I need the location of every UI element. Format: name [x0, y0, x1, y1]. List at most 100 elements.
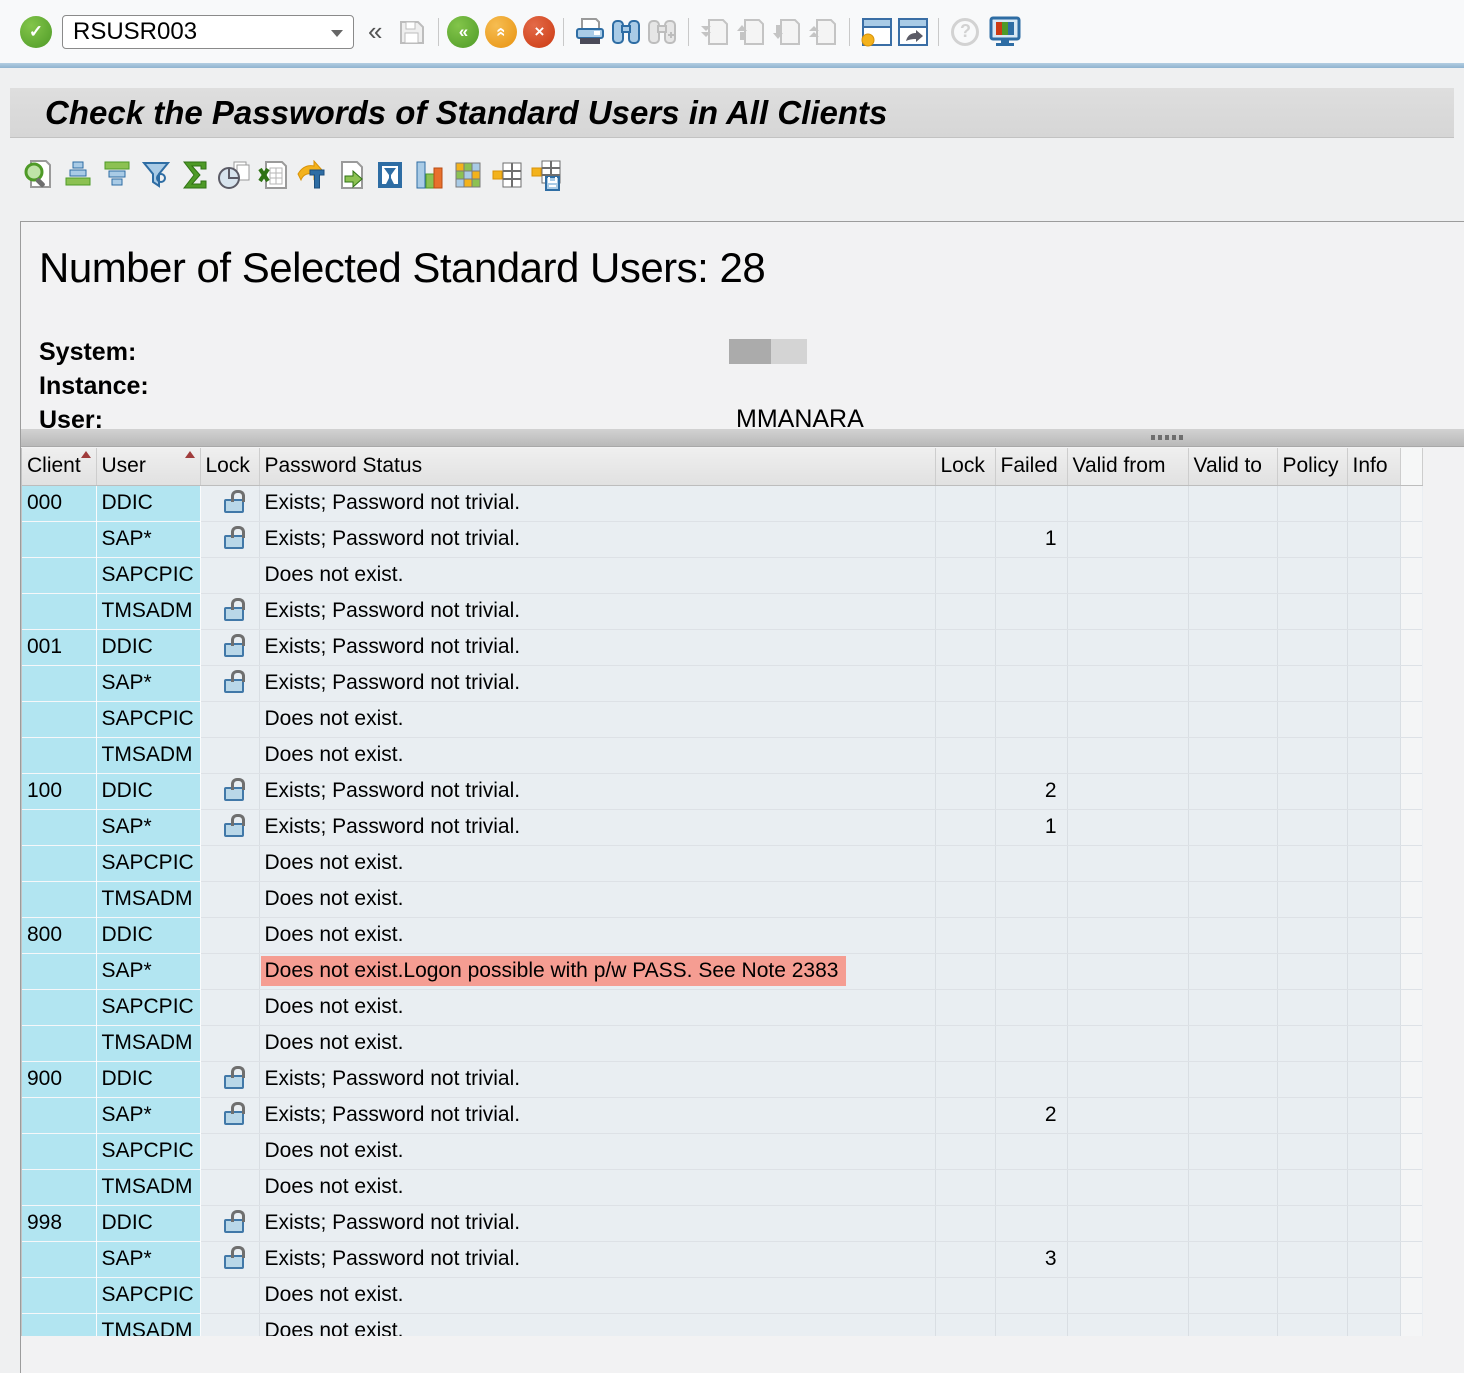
- failed-attempts-cell[interactable]: [995, 845, 1067, 881]
- exit-button[interactable]: «: [485, 16, 517, 48]
- lock-status-cell[interactable]: [200, 1061, 259, 1097]
- lock-status-cell[interactable]: [200, 593, 259, 629]
- password-status-cell[interactable]: Does not exist.Logon possible with p/w P…: [259, 953, 935, 989]
- valid-from-cell[interactable]: [1067, 521, 1188, 557]
- print-button[interactable]: [572, 14, 608, 50]
- valid-from-cell[interactable]: [1067, 1025, 1188, 1061]
- info-cell[interactable]: [1347, 1205, 1400, 1241]
- password-status-cell[interactable]: Does not exist.: [259, 1025, 935, 1061]
- valid-from-cell[interactable]: [1067, 809, 1188, 845]
- policy-cell[interactable]: [1277, 701, 1347, 737]
- password-status-cell[interactable]: Does not exist.: [259, 1169, 935, 1205]
- lock-cell[interactable]: [935, 1277, 995, 1313]
- valid-from-cell[interactable]: [1067, 953, 1188, 989]
- filler-cell[interactable]: [1400, 665, 1422, 701]
- client-cell[interactable]: 100: [22, 773, 96, 809]
- failed-attempts-cell[interactable]: 3: [995, 1241, 1067, 1277]
- filler-cell[interactable]: [1400, 881, 1422, 917]
- info-cell[interactable]: [1347, 1313, 1400, 1336]
- valid-from-cell[interactable]: [1067, 773, 1188, 809]
- views-button[interactable]: [451, 157, 484, 193]
- lock-status-cell[interactable]: [200, 1133, 259, 1169]
- lock-cell[interactable]: [935, 521, 995, 557]
- previous-page-button[interactable]: [733, 14, 769, 50]
- user-cell[interactable]: TMSADM: [96, 1169, 200, 1205]
- password-status-cell[interactable]: Does not exist.: [259, 1277, 935, 1313]
- column-header-valid-from[interactable]: Valid from: [1067, 448, 1188, 485]
- user-cell[interactable]: SAPCPIC: [96, 845, 200, 881]
- password-status-cell[interactable]: Does not exist.: [259, 989, 935, 1025]
- info-cell[interactable]: [1347, 701, 1400, 737]
- policy-cell[interactable]: [1277, 593, 1347, 629]
- valid-to-cell[interactable]: [1188, 593, 1277, 629]
- filler-cell[interactable]: [1400, 1097, 1422, 1133]
- filler-cell[interactable]: [1400, 1061, 1422, 1097]
- lock-status-cell[interactable]: [200, 773, 259, 809]
- filler-cell[interactable]: [1400, 917, 1422, 953]
- filler-cell[interactable]: [1400, 1313, 1422, 1336]
- table-row[interactable]: SAP*Exists; Password not trivial.1: [22, 809, 1422, 845]
- info-cell[interactable]: [1347, 629, 1400, 665]
- policy-cell[interactable]: [1277, 557, 1347, 593]
- table-row[interactable]: SAPCPICDoes not exist.: [22, 557, 1422, 593]
- policy-cell[interactable]: [1277, 1241, 1347, 1277]
- filler-cell[interactable]: [1400, 1133, 1422, 1169]
- password-status-cell[interactable]: Exists; Password not trivial.: [259, 629, 935, 665]
- column-header-policy[interactable]: Policy: [1277, 448, 1347, 485]
- valid-to-cell[interactable]: [1188, 1205, 1277, 1241]
- password-status-cell[interactable]: Exists; Password not trivial.: [259, 665, 935, 701]
- filler-cell[interactable]: [1400, 1169, 1422, 1205]
- lock-status-cell[interactable]: [200, 737, 259, 773]
- user-cell[interactable]: SAP*: [96, 1241, 200, 1277]
- policy-cell[interactable]: [1277, 1313, 1347, 1336]
- lock-cell[interactable]: [935, 557, 995, 593]
- info-cell[interactable]: [1347, 881, 1400, 917]
- policy-cell[interactable]: [1277, 1061, 1347, 1097]
- user-cell[interactable]: TMSADM: [96, 1025, 200, 1061]
- lock-cell[interactable]: [935, 593, 995, 629]
- valid-to-cell[interactable]: [1188, 809, 1277, 845]
- back-button[interactable]: «: [447, 16, 479, 48]
- lock-status-cell[interactable]: [200, 917, 259, 953]
- valid-to-cell[interactable]: [1188, 629, 1277, 665]
- table-row[interactable]: 000DDICExists; Password not trivial.: [22, 485, 1422, 521]
- policy-cell[interactable]: [1277, 521, 1347, 557]
- failed-attempts-cell[interactable]: [995, 701, 1067, 737]
- lock-status-cell[interactable]: [200, 521, 259, 557]
- lock-status-cell[interactable]: [200, 809, 259, 845]
- password-status-cell[interactable]: Does not exist.: [259, 737, 935, 773]
- lock-cell[interactable]: [935, 1205, 995, 1241]
- password-status-cell[interactable]: Does not exist.: [259, 1133, 935, 1169]
- lock-cell[interactable]: [935, 737, 995, 773]
- lock-cell[interactable]: [935, 917, 995, 953]
- password-status-cell[interactable]: Exists; Password not trivial.: [259, 593, 935, 629]
- help-button[interactable]: ?: [947, 14, 983, 50]
- valid-from-cell[interactable]: [1067, 557, 1188, 593]
- valid-to-cell[interactable]: [1188, 737, 1277, 773]
- password-status-cell[interactable]: Exists; Password not trivial.: [259, 773, 935, 809]
- valid-to-cell[interactable]: [1188, 953, 1277, 989]
- info-cell[interactable]: [1347, 1277, 1400, 1313]
- failed-attempts-cell[interactable]: [995, 1313, 1067, 1336]
- info-cell[interactable]: [1347, 1169, 1400, 1205]
- valid-to-cell[interactable]: [1188, 521, 1277, 557]
- info-cell[interactable]: [1347, 1133, 1400, 1169]
- info-cell[interactable]: [1347, 1097, 1400, 1133]
- valid-from-cell[interactable]: [1067, 1169, 1188, 1205]
- filler-cell[interactable]: [1400, 989, 1422, 1025]
- set-filter-button[interactable]: [139, 157, 172, 193]
- policy-cell[interactable]: [1277, 1205, 1347, 1241]
- user-cell[interactable]: SAP*: [96, 521, 200, 557]
- valid-from-cell[interactable]: [1067, 1277, 1188, 1313]
- table-row[interactable]: 800DDICDoes not exist.: [22, 917, 1422, 953]
- failed-attempts-cell[interactable]: [995, 881, 1067, 917]
- lock-status-cell[interactable]: [200, 953, 259, 989]
- table-row[interactable]: SAP*Does not exist.Logon possible with p…: [22, 953, 1422, 989]
- info-cell[interactable]: [1347, 953, 1400, 989]
- save-button[interactable]: [394, 14, 430, 50]
- abc-analysis-button[interactable]: [373, 157, 406, 193]
- failed-attempts-cell[interactable]: [995, 953, 1067, 989]
- client-cell[interactable]: [22, 1313, 96, 1336]
- info-cell[interactable]: [1347, 665, 1400, 701]
- policy-cell[interactable]: [1277, 809, 1347, 845]
